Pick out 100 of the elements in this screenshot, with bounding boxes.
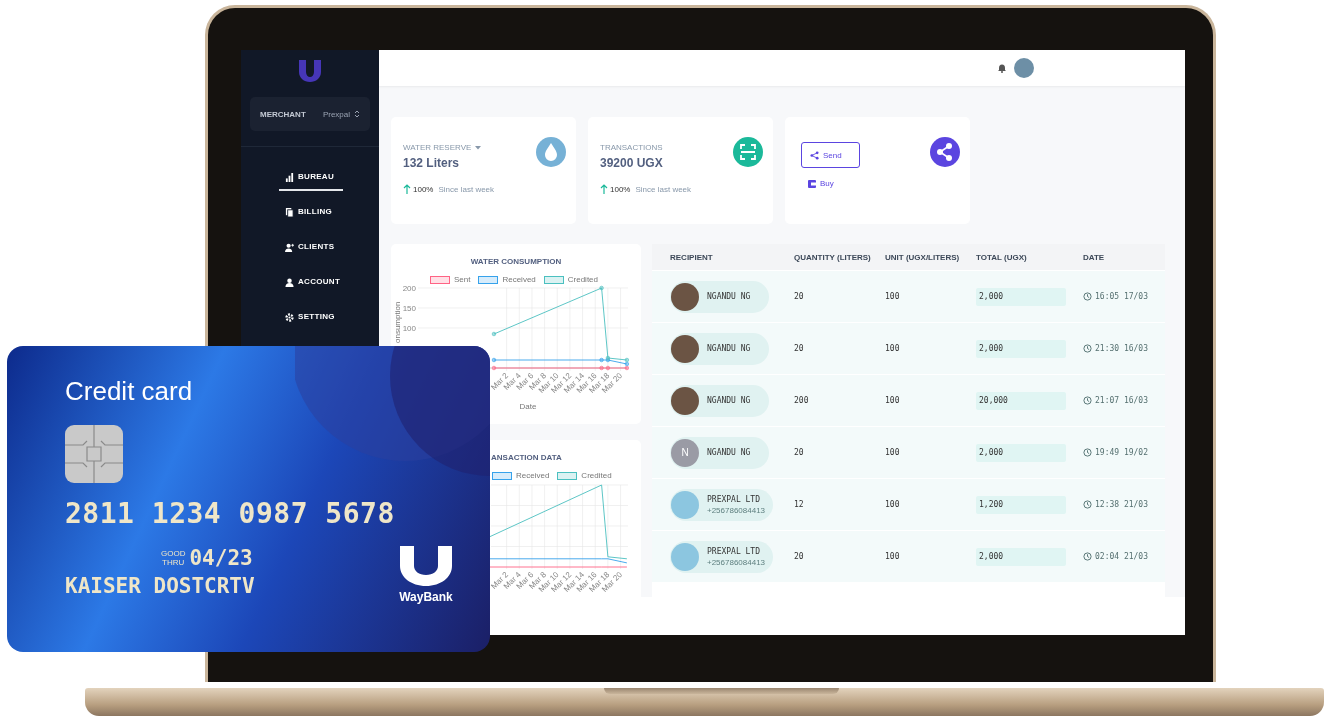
scan-icon (733, 137, 763, 167)
nav-item[interactable]: BUREAU (279, 170, 343, 191)
date-cell: 02:04 21/03 (1095, 552, 1148, 561)
total-cell: 2,000 (976, 443, 1066, 462)
date-cell: 12:38 21/03 (1095, 500, 1148, 509)
table-row[interactable]: NGANDU NG 20 100 2,000 21:30 16/03 (652, 323, 1165, 374)
unit-cell: 100 (885, 396, 900, 405)
total-cell: 2,000 (976, 287, 1066, 306)
change-period: Since last week (438, 184, 495, 194)
column-header: TOTAL (UGX) (976, 252, 1028, 262)
buy-link[interactable]: Buy (808, 179, 834, 188)
total-cell: 2,000 (976, 547, 1066, 566)
clock-icon (1083, 344, 1092, 353)
recipient-name: NGANDU NG (707, 292, 751, 301)
y-tick-label: 150 (402, 304, 416, 313)
legend-swatch (543, 275, 564, 284)
bell-icon[interactable] (998, 63, 1006, 73)
card-number: 2811 1234 0987 5678 (65, 497, 396, 530)
recipient-name: PREXPAL LTD (707, 546, 761, 556)
card-holder: KAISER DOSTCRTV (65, 574, 255, 598)
recipient-name: NGANDU NG (707, 448, 751, 457)
total-cell: 20,000 (976, 391, 1066, 410)
arrow-up-icon (403, 184, 411, 194)
total-cell: 2,000 (976, 339, 1066, 358)
avatar-initial: N (671, 438, 699, 467)
avatar-image (671, 490, 699, 519)
table-row[interactable]: PREXPAL LTD +256786084413 20 100 2,000 02:04 21/03 (652, 531, 1165, 582)
expiry-date: 04/23 (189, 546, 253, 570)
y-axis-label: onsumption (393, 301, 402, 343)
avatar-image (671, 542, 699, 571)
avatar-photo (671, 386, 699, 415)
table-row[interactable]: NGANDU NG 20 100 2,000 16:05 17/03 (652, 271, 1165, 322)
nav-item[interactable]: BILLING (279, 205, 343, 226)
logo-icon (298, 60, 322, 82)
chart-title: ANSACTION DATA (491, 453, 562, 463)
clock-icon (1083, 448, 1092, 457)
chip-icon (65, 425, 123, 483)
date-cell: 16:05 17/03 (1095, 292, 1148, 301)
nav-item[interactable]: ACCOUNT (279, 275, 343, 296)
settings-icon (285, 312, 294, 322)
date-cell: 21:30 16/03 (1095, 344, 1148, 353)
legend-label: Credited (581, 471, 612, 480)
change-percent: 100% (610, 184, 631, 194)
merchant-selector[interactable]: MERCHANT Prexpal (250, 97, 370, 131)
avatar-photo (671, 334, 699, 363)
bank-name: WayBank (399, 590, 453, 604)
legend-swatch (478, 275, 499, 284)
up-down-icon (354, 109, 360, 119)
stat-label: WATER RESERVE (403, 143, 472, 152)
quantity-cell: 12 (794, 500, 804, 509)
column-header: QUANTITY (LITERS) (794, 252, 872, 262)
avatar-photo[interactable] (1014, 58, 1034, 78)
stat-value: 132 Liters (403, 156, 461, 170)
change-period: Since last week (635, 184, 692, 194)
wallet-icon (808, 179, 816, 188)
date-cell: 19:49 19/02 (1095, 448, 1148, 457)
y-tick-label: 200 (402, 285, 416, 293)
quantity-cell: 20 (794, 552, 804, 561)
unit-cell: 100 (885, 292, 900, 301)
recipient-name: NGANDU NG (707, 396, 751, 405)
legend-label: Sent (453, 275, 471, 284)
chart-title: WATER CONSUMPTION (470, 257, 562, 267)
recipient-name: NGANDU NG (707, 344, 751, 353)
x-axis-label: Date (519, 402, 537, 411)
bar-chart-icon (285, 172, 294, 182)
table-row[interactable]: PREXPAL LTD +256786084413 12 100 1,200 12:38 21/03 (652, 479, 1165, 530)
send-button[interactable]: Send (801, 142, 860, 168)
clock-icon (1083, 500, 1092, 509)
table-row[interactable]: NGANDU NG 200 100 20,000 21:07 16/03 (652, 375, 1165, 426)
share-icon (930, 137, 960, 167)
column-header: RECIPIENT (669, 252, 714, 262)
clock-icon (1083, 552, 1092, 561)
y-tick-label: 100 (402, 324, 416, 333)
unit-cell: 100 (885, 344, 900, 353)
quantity-cell: 20 (794, 292, 804, 301)
caret-icon[interactable] (475, 145, 482, 150)
table-row[interactable]: N NGANDU NG 20 100 2,000 19:49 19/02 (652, 427, 1165, 478)
legend-label: Received (502, 275, 536, 284)
arrow-up-icon (600, 184, 608, 194)
unit-cell: 100 (885, 500, 900, 509)
unit-cell: 100 (885, 552, 900, 561)
logo-icon (399, 546, 453, 586)
share-icon (810, 150, 819, 160)
stat-label: TRANSACTIONS (600, 143, 663, 152)
documents-icon (285, 207, 294, 217)
good-label: GOOD (161, 549, 186, 558)
quantity-cell: 20 (794, 344, 804, 353)
nav-item[interactable]: SETTING (279, 310, 343, 331)
column-header: DATE (1083, 252, 1106, 262)
recipient-phone: +256786084413 (707, 505, 766, 515)
date-cell: 21:07 16/03 (1095, 396, 1148, 405)
nav-item[interactable]: CLIENTS (279, 240, 343, 261)
legend-swatch (429, 275, 450, 284)
recipient-name: PREXPAL LTD (707, 494, 761, 504)
quantity-cell: 20 (794, 448, 804, 457)
recipient-phone: +256786084413 (707, 557, 766, 567)
drop-icon (536, 137, 566, 167)
legend-label: Received (516, 471, 550, 480)
user-plus-icon (285, 242, 294, 252)
user-icon (285, 277, 294, 287)
